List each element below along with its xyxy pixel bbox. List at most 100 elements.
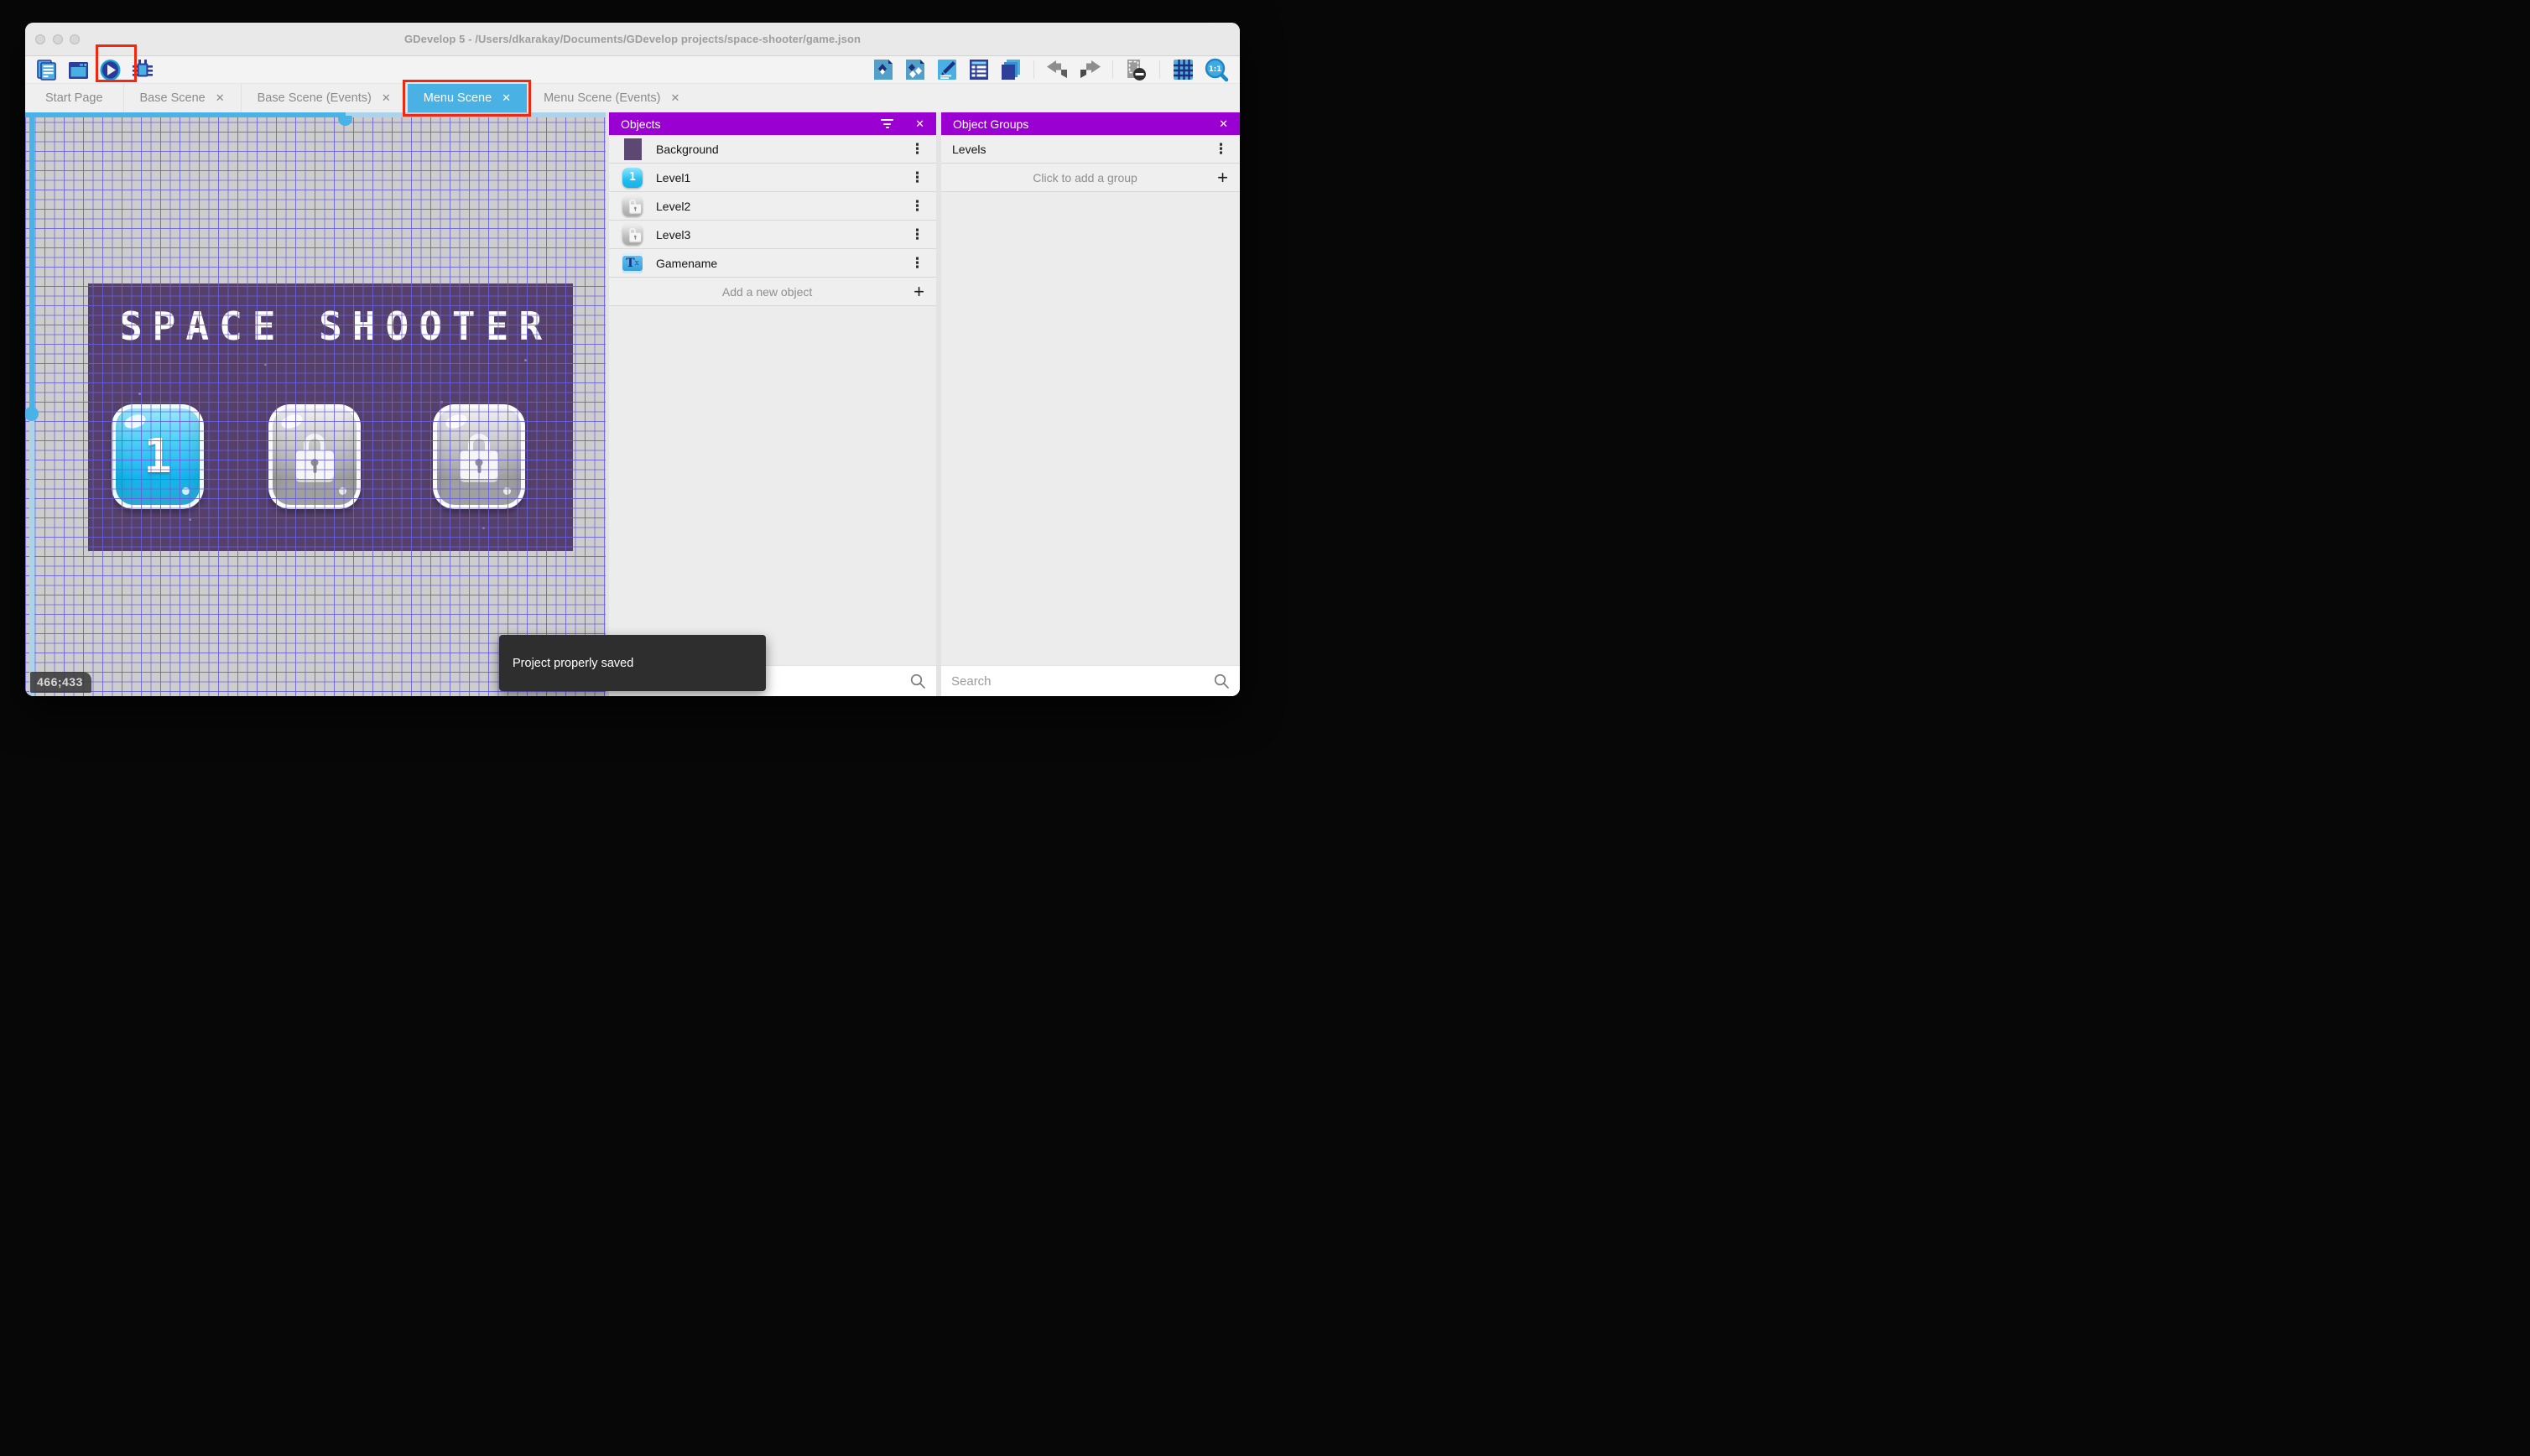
scene-canvas[interactable]: SPACE SHOOTER 1 466;433	[25, 112, 606, 696]
object-row-level1[interactable]: 1 Level1 ⋮	[609, 164, 936, 192]
object-row-background[interactable]: Background ⋮	[609, 135, 936, 164]
titlebar: GDevelop 5 - /Users/dkarakay/Documents/G…	[25, 23, 1240, 56]
project-manager-icon	[36, 59, 57, 81]
objects-panel-header: Objects ✕	[609, 112, 936, 135]
add-object-label: Add a new object	[721, 284, 813, 299]
object-groups-panel-header: Object Groups ✕	[941, 112, 1240, 135]
zoom-1-1-button[interactable]: 1:1	[1204, 58, 1230, 82]
object-groups-editor-button[interactable]	[903, 59, 926, 81]
tab-close-icon[interactable]: ✕	[382, 91, 391, 105]
object-name: Level2	[656, 199, 691, 213]
zoom-1-1-icon: 1:1	[1205, 58, 1229, 82]
toolbar-separator	[1033, 60, 1034, 79]
tab-menu-scene[interactable]: Menu Scene ✕	[402, 80, 532, 117]
level3-button-object[interactable]	[433, 404, 525, 509]
tab-close-icon[interactable]: ✕	[216, 91, 225, 105]
objects-editor-icon	[873, 59, 893, 81]
toolbar-right-group: 1:1	[872, 58, 1230, 82]
object-row-level3[interactable]: Level3 ⋮	[609, 221, 936, 249]
group-row-levels[interactable]: Levels ⋮	[941, 135, 1240, 164]
window-title: GDevelop 5 - /Users/dkarakay/Documents/G…	[403, 33, 862, 45]
objects-panel-title: Objects	[621, 117, 661, 131]
objects-editor-button[interactable]	[872, 59, 894, 81]
tab-menu-scene-events[interactable]: Menu Scene (Events) ✕	[527, 84, 695, 112]
kebab-menu-icon[interactable]: ⋮	[910, 142, 924, 156]
debug-button[interactable]	[131, 59, 154, 81]
object-groups-panel-title: Object Groups	[953, 117, 1029, 131]
kebab-menu-icon[interactable]: ⋮	[1214, 142, 1228, 156]
groups-search-input[interactable]	[951, 673, 1213, 689]
add-object-row[interactable]: Add a new object +	[609, 278, 936, 306]
tab-base-scene[interactable]: Base Scene ✕	[122, 84, 241, 112]
kebab-menu-icon[interactable]: ⋮	[910, 199, 924, 213]
window-mask-button[interactable]	[1125, 59, 1148, 81]
scene-window-icon	[68, 60, 89, 81]
level1-button-object[interactable]: 1	[112, 404, 204, 509]
undo-icon	[1046, 60, 1069, 79]
toolbar-left-group	[35, 59, 154, 81]
toolbar: 1:1	[25, 44, 1240, 84]
object-name: Background	[656, 142, 719, 156]
background-thumbnail	[622, 138, 643, 160]
grid-button[interactable]	[1172, 59, 1195, 81]
cursor-coordinates-badge: 466;433	[30, 672, 91, 693]
toast-message: Project properly saved	[513, 656, 634, 670]
layers-icon	[1000, 59, 1022, 81]
kebab-menu-icon[interactable]: ⋮	[910, 170, 924, 185]
lock-icon	[295, 432, 334, 482]
stage-game-title: SPACE SHOOTER	[118, 304, 553, 349]
search-icon[interactable]	[909, 673, 926, 689]
undo-button[interactable]	[1046, 59, 1069, 81]
properties-icon	[937, 59, 957, 81]
object-name: Level3	[656, 227, 691, 242]
scene-list-button[interactable]	[67, 59, 90, 81]
objects-panel: Objects ✕ Background ⋮ 1 Level1 ⋮ Level2…	[609, 112, 936, 696]
plus-icon[interactable]: +	[1217, 168, 1228, 187]
object-name: Gamename	[656, 256, 718, 270]
locked-thumbnail	[622, 224, 643, 245]
project-manager-button[interactable]	[35, 59, 58, 81]
tabbar: Start Page Base Scene ✕ Base Scene (Even…	[25, 80, 1240, 117]
main-area: SPACE SHOOTER 1 466;433 Objects ✕ Backgr…	[25, 112, 1240, 696]
kebab-menu-icon[interactable]: ⋮	[910, 256, 924, 270]
tab-base-scene-events[interactable]: Base Scene (Events) ✕	[240, 84, 407, 112]
tab-label: Base Scene (Events)	[257, 91, 372, 105]
instances-list-button[interactable]	[967, 59, 990, 81]
tab-label: Menu Scene	[423, 91, 492, 105]
redo-icon	[1079, 60, 1101, 79]
object-row-level2[interactable]: Level2 ⋮	[609, 192, 936, 221]
plus-icon[interactable]: +	[914, 282, 924, 301]
groups-search-bar	[941, 665, 1240, 696]
locked-thumbnail	[622, 195, 643, 216]
redo-button[interactable]	[1078, 59, 1101, 81]
stage-background-object[interactable]: SPACE SHOOTER 1	[88, 283, 573, 551]
horizontal-scrollbar[interactable]	[25, 112, 606, 126]
level2-button-object[interactable]	[268, 404, 361, 509]
vertical-scrollbar-handle[interactable]	[25, 407, 39, 421]
filter-icon[interactable]	[881, 119, 894, 128]
tab-close-icon[interactable]: ✕	[671, 91, 680, 105]
search-icon[interactable]	[1213, 673, 1230, 689]
window-mask-icon	[1125, 59, 1148, 81]
tab-close-icon[interactable]: ✕	[502, 91, 511, 105]
layers-editor-button[interactable]	[999, 59, 1022, 81]
add-group-label: Click to add a group	[1033, 170, 1137, 185]
object-groups-panel-close-icon[interactable]: ✕	[1219, 117, 1228, 131]
text-object-thumbnail: Tx	[622, 252, 643, 273]
object-groups-panel: Object Groups ✕ Levels ⋮ Click to add a …	[941, 112, 1240, 696]
properties-button[interactable]	[935, 59, 958, 81]
add-group-row[interactable]: Click to add a group +	[941, 164, 1240, 192]
play-preview-button[interactable]	[99, 59, 122, 81]
tab-start-page[interactable]: Start Page	[25, 84, 123, 112]
tab-label: Menu Scene (Events)	[544, 91, 661, 105]
toolbar-separator	[1112, 60, 1113, 79]
objects-panel-empty-area	[609, 306, 936, 665]
object-row-gamename[interactable]: Tx Gamename ⋮	[609, 249, 936, 278]
level1-number: 1	[143, 429, 172, 484]
kebab-menu-icon[interactable]: ⋮	[910, 227, 924, 242]
objects-panel-close-icon[interactable]: ✕	[915, 117, 924, 131]
zoom-ratio-label: 1:1	[1209, 65, 1221, 74]
vertical-scrollbar[interactable]	[25, 112, 39, 696]
grid-icon	[1173, 59, 1194, 81]
toolbar-separator	[1159, 60, 1160, 79]
